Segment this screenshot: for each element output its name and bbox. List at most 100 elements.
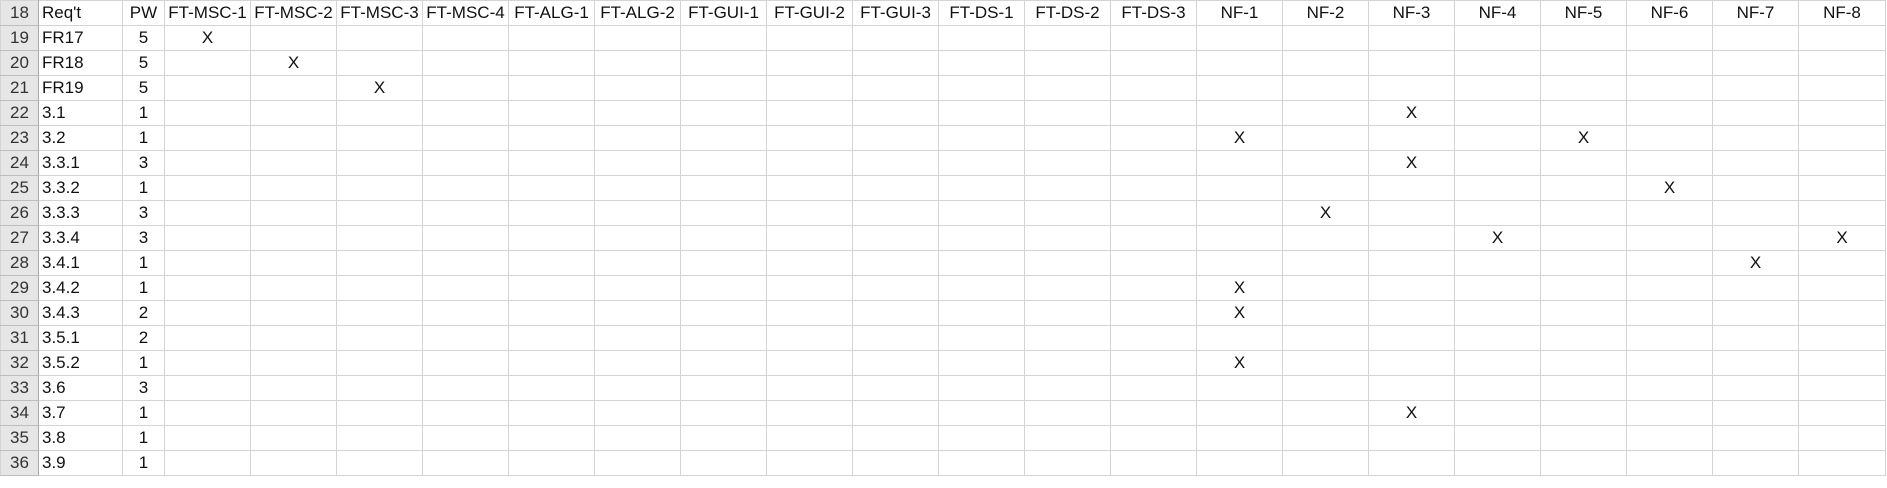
trace-cell[interactable]: [1540, 100, 1627, 126]
trace-cell[interactable]: [336, 150, 423, 176]
trace-cell[interactable]: [1024, 225, 1111, 251]
trace-cell[interactable]: [852, 425, 939, 451]
trace-cell[interactable]: [164, 275, 251, 301]
trace-cell[interactable]: [1712, 325, 1799, 351]
trace-cell[interactable]: [1454, 25, 1541, 51]
trace-cell[interactable]: [1798, 100, 1886, 126]
trace-cell[interactable]: [1282, 175, 1369, 201]
trace-cell[interactable]: [1626, 325, 1713, 351]
trace-cell[interactable]: [1712, 200, 1799, 226]
row-number[interactable]: 22: [0, 100, 39, 126]
trace-cell[interactable]: X: [336, 75, 423, 101]
row-number[interactable]: 28: [0, 250, 39, 276]
trace-cell[interactable]: [1282, 425, 1369, 451]
trace-cell[interactable]: [1110, 25, 1197, 51]
trace-cell[interactable]: [508, 450, 595, 476]
trace-cell[interactable]: [766, 25, 853, 51]
trace-cell[interactable]: [1712, 225, 1799, 251]
trace-cell[interactable]: [938, 300, 1025, 326]
header-cell-nf-1[interactable]: NF-1: [1196, 0, 1283, 26]
trace-cell[interactable]: [1282, 300, 1369, 326]
trace-cell[interactable]: [1626, 25, 1713, 51]
trace-cell[interactable]: [1110, 300, 1197, 326]
trace-cell[interactable]: [1110, 225, 1197, 251]
requirement-cell[interactable]: 3.6: [38, 375, 123, 401]
trace-cell[interactable]: [938, 450, 1025, 476]
header-cell-nf-5[interactable]: NF-5: [1540, 0, 1627, 26]
requirement-cell[interactable]: FR17: [38, 25, 123, 51]
trace-cell[interactable]: [1368, 275, 1455, 301]
trace-cell[interactable]: [164, 100, 251, 126]
trace-cell[interactable]: [1454, 75, 1541, 101]
trace-cell[interactable]: [422, 250, 509, 276]
trace-cell[interactable]: X: [1626, 175, 1713, 201]
trace-cell[interactable]: [1110, 325, 1197, 351]
trace-cell[interactable]: [1024, 275, 1111, 301]
requirement-cell[interactable]: 3.7: [38, 400, 123, 426]
trace-cell[interactable]: [250, 175, 337, 201]
trace-cell[interactable]: [1368, 325, 1455, 351]
trace-cell[interactable]: [508, 50, 595, 76]
trace-cell[interactable]: [1196, 400, 1283, 426]
trace-cell[interactable]: [680, 225, 767, 251]
trace-cell[interactable]: [1540, 350, 1627, 376]
row-number[interactable]: 27: [0, 225, 39, 251]
trace-cell[interactable]: [164, 250, 251, 276]
trace-cell[interactable]: [250, 25, 337, 51]
trace-cell[interactable]: [508, 200, 595, 226]
trace-cell[interactable]: [1368, 225, 1455, 251]
trace-cell[interactable]: [164, 50, 251, 76]
trace-cell[interactable]: [1454, 150, 1541, 176]
trace-cell[interactable]: [250, 100, 337, 126]
trace-cell[interactable]: [250, 75, 337, 101]
trace-cell[interactable]: [422, 450, 509, 476]
pw-cell[interactable]: 3: [122, 225, 165, 251]
row-number[interactable]: 31: [0, 325, 39, 351]
trace-cell[interactable]: [508, 100, 595, 126]
trace-cell[interactable]: [938, 150, 1025, 176]
row-number[interactable]: 26: [0, 200, 39, 226]
trace-cell[interactable]: [594, 100, 681, 126]
requirement-cell[interactable]: 3.3.3: [38, 200, 123, 226]
trace-cell[interactable]: [422, 425, 509, 451]
trace-cell[interactable]: [938, 250, 1025, 276]
requirement-cell[interactable]: 3.2: [38, 125, 123, 151]
trace-cell[interactable]: [766, 100, 853, 126]
header-cell-ft-msc-1[interactable]: FT-MSC-1: [164, 0, 251, 26]
trace-cell[interactable]: [1024, 200, 1111, 226]
trace-cell[interactable]: [1798, 375, 1886, 401]
trace-cell[interactable]: X: [1196, 300, 1283, 326]
trace-cell[interactable]: [1798, 300, 1886, 326]
pw-cell[interactable]: 1: [122, 350, 165, 376]
pw-cell[interactable]: 1: [122, 425, 165, 451]
trace-cell[interactable]: [1282, 450, 1369, 476]
trace-cell[interactable]: [938, 425, 1025, 451]
header-cell-ft-gui-1[interactable]: FT-GUI-1: [680, 0, 767, 26]
trace-cell[interactable]: [938, 75, 1025, 101]
trace-cell[interactable]: [164, 175, 251, 201]
trace-cell[interactable]: [1454, 200, 1541, 226]
requirement-cell[interactable]: 3.3.4: [38, 225, 123, 251]
trace-cell[interactable]: [1024, 175, 1111, 201]
trace-cell[interactable]: [680, 400, 767, 426]
pw-cell[interactable]: 1: [122, 275, 165, 301]
header-cell-nf-8[interactable]: NF-8: [1798, 0, 1886, 26]
trace-cell[interactable]: [1110, 350, 1197, 376]
trace-cell[interactable]: [594, 175, 681, 201]
trace-cell[interactable]: [938, 175, 1025, 201]
row-number[interactable]: 23: [0, 125, 39, 151]
trace-cell[interactable]: [1282, 325, 1369, 351]
trace-cell[interactable]: [680, 125, 767, 151]
trace-cell[interactable]: [1110, 175, 1197, 201]
trace-cell[interactable]: [1454, 250, 1541, 276]
row-number[interactable]: 30: [0, 300, 39, 326]
row-number[interactable]: 25: [0, 175, 39, 201]
header-cell-ft-ds-3[interactable]: FT-DS-3: [1110, 0, 1197, 26]
trace-cell[interactable]: [508, 425, 595, 451]
trace-cell[interactable]: [1368, 75, 1455, 101]
trace-cell[interactable]: [1712, 75, 1799, 101]
pw-cell[interactable]: 5: [122, 50, 165, 76]
trace-cell[interactable]: [422, 350, 509, 376]
trace-cell[interactable]: [1454, 375, 1541, 401]
trace-cell[interactable]: [422, 275, 509, 301]
